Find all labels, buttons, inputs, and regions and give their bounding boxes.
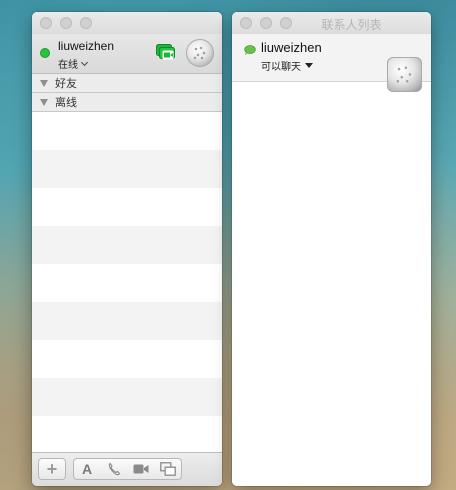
disclosure-triangle-icon — [40, 79, 48, 87]
list-item — [32, 188, 222, 226]
account-bar: liuweizhen 可以聊天 — [232, 34, 431, 92]
caret-down-icon — [305, 63, 313, 68]
chevron-down-icon — [80, 58, 89, 66]
buddy-toolbar: + A — [32, 452, 222, 486]
buddy-list — [32, 112, 222, 450]
phone-icon — [108, 462, 120, 476]
window-title: 联系人列表 — [321, 18, 382, 32]
buddy-titlebar — [32, 12, 222, 34]
status-selector[interactable]: 在线 — [58, 56, 89, 71]
contact-list — [232, 82, 431, 486]
list-item — [32, 340, 222, 378]
close-button[interactable] — [40, 17, 52, 29]
text-chat-button[interactable]: A — [73, 458, 101, 480]
list-item — [32, 226, 222, 264]
account-name: liuweizhen — [261, 40, 322, 55]
list-item — [32, 416, 222, 450]
group-offline[interactable]: 离线 — [32, 93, 222, 112]
status-selector[interactable]: 可以聊天 — [261, 58, 313, 73]
avatar[interactable] — [387, 57, 422, 92]
group-friends[interactable]: 好友 — [32, 74, 222, 93]
zoom-button[interactable] — [80, 17, 92, 29]
list-item — [32, 150, 222, 188]
online-status-icon — [40, 48, 50, 58]
video-chat-icon[interactable] — [156, 44, 182, 62]
camera-icon — [133, 464, 148, 474]
minimize-button[interactable] — [60, 17, 72, 29]
screen-share-icon — [159, 462, 176, 476]
list-item — [32, 378, 222, 416]
video-call-button[interactable] — [127, 458, 155, 480]
status-label: 在线 — [58, 60, 78, 71]
audio-chat-button[interactable] — [100, 458, 128, 480]
list-item — [32, 302, 222, 340]
list-item — [32, 264, 222, 302]
list-item — [32, 112, 222, 150]
contact-titlebar: 联系人列表 — [232, 12, 431, 34]
disclosure-triangle-icon — [40, 98, 48, 106]
contact-list-window: 联系人列表 liuweizhen 可以聊天 — [232, 12, 431, 486]
status-label: 可以聊天 — [261, 62, 301, 73]
group-label: 好友 — [55, 78, 77, 90]
account-name: liuweizhen — [58, 39, 115, 53]
account-bar: liuweizhen 在线 — [32, 34, 222, 74]
screen-share-button[interactable] — [154, 458, 182, 480]
buddy-list-window: liuweizhen 在线 好友 离线 + A — [32, 12, 222, 486]
chat-status-icon — [244, 45, 256, 55]
window-controls — [40, 17, 92, 29]
add-buddy-button[interactable]: + — [38, 458, 66, 480]
group-label: 离线 — [55, 97, 77, 109]
avatar[interactable] — [186, 39, 214, 67]
